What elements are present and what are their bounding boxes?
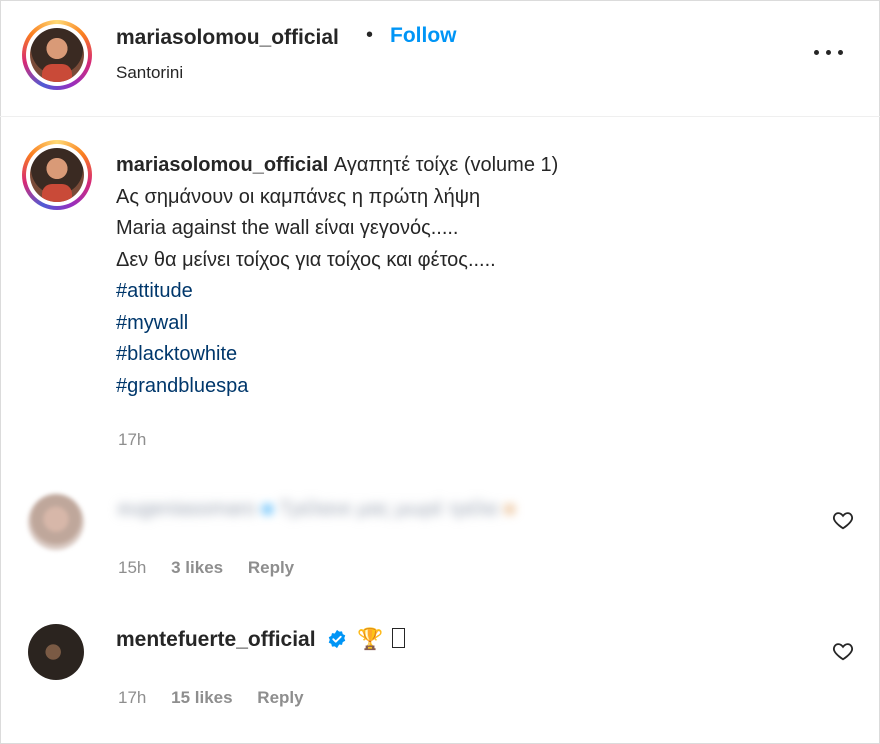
caption-first-line: Αγαπητέ τοίχε (volume 1) [333,154,559,176]
hashtag-link[interactable]: #grandbluespa [116,371,558,403]
post-header: mariasolomou_official • Follow Santorini [0,0,880,117]
comment: mentefuerte_official 🏆 [116,628,406,652]
author-avatar[interactable] [22,20,92,90]
comment-likes[interactable]: 15 likes [171,688,232,707]
caption: mariasolomou_official Αγαπητέ τοίχε (vol… [116,150,558,402]
author-username[interactable]: mariasolomou_official [116,26,339,50]
comment-text: Τρέλανε μας μωρέ τρέλα [279,498,499,520]
heart-icon[interactable] [832,640,854,662]
caption-line: Δεν θα μείνει τοίχος για τοίχος και φέτο… [116,248,496,271]
missing-glyph-icon [392,628,406,648]
caption-line: Maria against the wall είναι γεγονός....… [116,217,459,239]
hashtag-link[interactable]: #mywall [116,308,558,340]
heart-icon[interactable] [832,509,854,531]
hashtag-link[interactable]: #blacktowhite [116,339,558,371]
follow-button[interactable]: Follow [390,24,457,48]
caption-line: Ας σημάνουν οι καμπάνες η πρώτη λήψη [116,185,481,208]
caption-author-avatar[interactable] [22,140,92,210]
verified-badge-icon [329,629,346,649]
separator-dot: • [366,24,374,46]
comment-meta: 17h 15 likes Reply [118,688,304,708]
comment-likes[interactable]: 3 likes [171,558,223,577]
more-options-icon[interactable] [812,40,848,64]
hashtag-link[interactable]: #attitude [116,276,558,308]
comment-meta: 15h 3 likes Reply [118,558,294,578]
reply-button[interactable]: Reply [248,558,294,577]
caption-username[interactable]: mariasolomou_official [116,154,328,176]
commenter-avatar[interactable] [28,624,84,680]
caption-timestamp[interactable]: 17h [118,430,146,450]
blurred-comment: eugeniasomaro ● Τρέλανε μας μωρέ τρέλα ● [118,498,516,520]
comment-timestamp[interactable]: 17h [118,688,146,707]
reply-button[interactable]: Reply [257,688,303,707]
trophy-emoji: 🏆 [357,628,384,651]
commenter-avatar[interactable] [28,494,84,550]
comment-username[interactable]: mentefuerte_official [116,628,316,651]
location-link[interactable]: Santorini [116,63,183,83]
comment-timestamp[interactable]: 15h [118,558,146,577]
comment-username[interactable]: eugeniasomaro [118,498,256,520]
